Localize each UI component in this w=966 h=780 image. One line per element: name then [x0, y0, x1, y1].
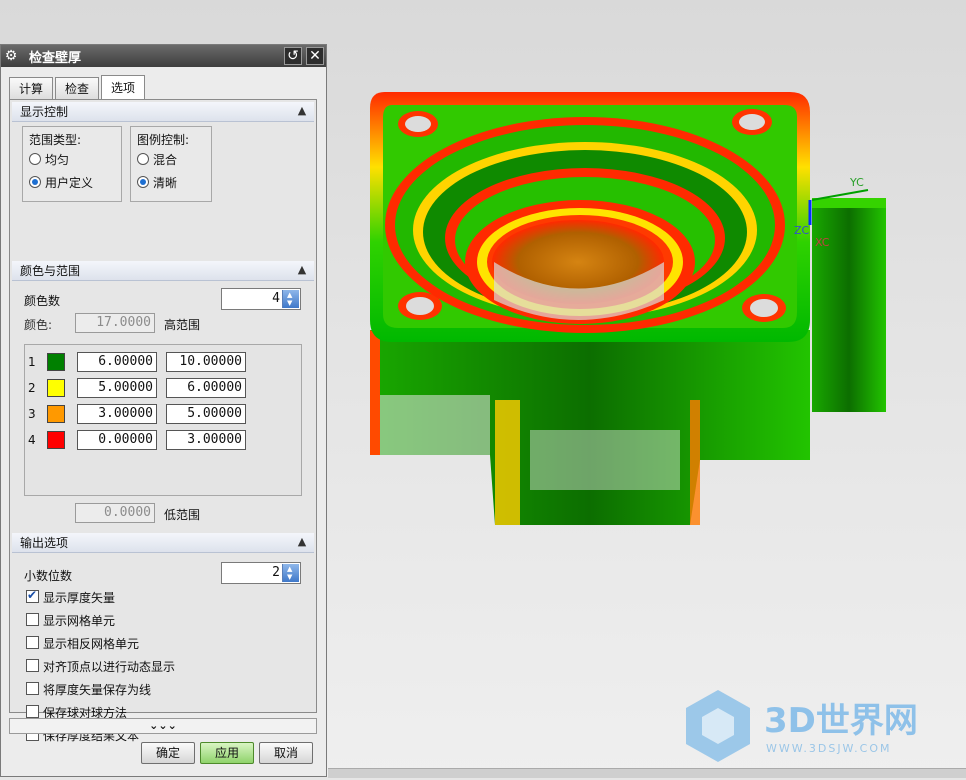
- more-options-toggle[interactable]: ⌄⌄⌄: [9, 718, 317, 734]
- color-count-value: 4: [272, 291, 280, 306]
- row-index: 4: [28, 433, 36, 447]
- watermark-title: 3D世界网: [764, 701, 918, 741]
- range-high-field[interactable]: 6.00000: [166, 378, 246, 398]
- legend-control-label: 图例控制:: [137, 133, 190, 147]
- range-high-field[interactable]: 5.00000: [166, 404, 246, 424]
- yc-label: YC: [849, 176, 864, 189]
- chevron-down-icon: ⌄⌄⌄: [149, 719, 177, 732]
- hole-br-inner: [750, 299, 778, 317]
- radio-user-defined[interactable]: [29, 176, 41, 188]
- range-high-field[interactable]: 3.00000: [166, 430, 246, 450]
- radio-sharp-label[interactable]: 清晰: [153, 174, 177, 191]
- row-index: 2: [28, 381, 36, 395]
- lower-cutout-1: [380, 395, 490, 455]
- color-swatch[interactable]: [47, 405, 65, 423]
- tab-calculate[interactable]: 计算: [9, 77, 54, 100]
- decimal-places-stepper[interactable]: 2 ▲ ▼: [221, 562, 301, 584]
- radio-uniform-label[interactable]: 均匀: [45, 151, 69, 168]
- radio-uniform[interactable]: [29, 153, 41, 165]
- show-mesh-cells-label[interactable]: 显示网格单元: [43, 612, 115, 629]
- lower-cutout-2: [530, 430, 680, 490]
- check-wall-thickness-dialog: ⚙ 检查壁厚 ↺ ✕ 计算 检查 选项 显示控制 ▲ 范围类型: 均匀 用户定义…: [0, 44, 327, 777]
- color-count-label: 颜色数: [24, 294, 61, 308]
- color-range-title: 颜色与范围: [20, 264, 81, 278]
- cancel-button[interactable]: 取消: [259, 742, 313, 764]
- options-panel: 显示控制 ▲ 范围类型: 均匀 用户定义 图例控制: 混合 清晰 颜色与范围 ▲…: [9, 99, 317, 743]
- save-sphere-method-checkbox[interactable]: [26, 705, 39, 718]
- range-low-field[interactable]: 6.00000: [77, 352, 157, 372]
- side-block-top: [812, 198, 886, 208]
- color-count-stepper[interactable]: 4 ▲ ▼: [221, 288, 301, 310]
- collapse-icon[interactable]: ▲: [293, 103, 311, 119]
- tab-check[interactable]: 检查: [55, 77, 100, 100]
- radio-blend[interactable]: [137, 153, 149, 165]
- color-swatch[interactable]: [47, 379, 65, 397]
- hole-bl-inner: [406, 297, 434, 315]
- save-vector-as-line-checkbox[interactable]: [26, 682, 39, 695]
- row-index: 3: [28, 407, 36, 421]
- output-options-header[interactable]: 输出选项 ▲: [12, 533, 314, 553]
- range-low-field[interactable]: 5.00000: [77, 378, 157, 398]
- radio-user-defined-label[interactable]: 用户定义: [45, 174, 93, 191]
- radio-sharp[interactable]: [137, 176, 149, 188]
- range-high-field[interactable]: 10.00000: [166, 352, 246, 372]
- apply-button[interactable]: 应用: [200, 742, 254, 764]
- watermark-url: WWW.3DSJW.COM: [766, 742, 892, 755]
- radio-blend-label[interactable]: 混合: [153, 151, 177, 168]
- decimal-places-label: 小数位数: [24, 569, 73, 583]
- save-vector-as-line-label[interactable]: 将厚度矢量保存为线: [43, 681, 151, 698]
- color-range-header[interactable]: 颜色与范围 ▲: [12, 261, 314, 281]
- high-range-label: 高范围: [164, 318, 201, 332]
- color-swatch[interactable]: [47, 431, 65, 449]
- decimal-places-value: 2: [272, 565, 280, 580]
- dialog-title: 检查壁厚: [29, 50, 82, 66]
- display-control-title: 显示控制: [20, 105, 69, 119]
- ok-button[interactable]: 确定: [141, 742, 195, 764]
- lower-edge-right: [690, 400, 700, 525]
- reset-icon[interactable]: ↺: [284, 47, 302, 65]
- show-thickness-vector-label[interactable]: 显示厚度矢量: [43, 589, 115, 606]
- color-range-table: 1 6.00000 10.00000 2 5.00000 6.00000 3 3…: [24, 344, 302, 496]
- color-swatch[interactable]: [47, 353, 65, 371]
- range-low-field[interactable]: 0.00000: [77, 430, 157, 450]
- lower-edge-left: [370, 330, 380, 455]
- show-reverse-mesh-cells-checkbox[interactable]: [26, 636, 39, 649]
- hole-tl-inner: [405, 116, 431, 132]
- legend-control-group: 图例控制: 混合 清晰: [130, 126, 212, 202]
- zc-label: ZC: [794, 224, 810, 237]
- display-control-header[interactable]: 显示控制 ▲: [12, 102, 314, 122]
- collapse-icon[interactable]: ▲: [293, 262, 311, 278]
- align-vertices-label[interactable]: 对齐顶点以进行动态显示: [43, 658, 175, 675]
- show-mesh-cells-checkbox[interactable]: [26, 613, 39, 626]
- tab-options[interactable]: 选项: [101, 75, 146, 100]
- show-thickness-vector-checkbox[interactable]: [26, 588, 39, 603]
- dialog-titlebar[interactable]: ⚙ 检查壁厚 ↺ ✕: [1, 45, 326, 67]
- tab-bar: 计算 检查 选项: [9, 75, 147, 100]
- spinner-arrows-icon[interactable]: ▲ ▼: [282, 290, 299, 308]
- range-type-label: 范围类型:: [29, 133, 82, 147]
- hole-tr-inner: [739, 114, 765, 130]
- low-range-label: 低范围: [164, 508, 201, 522]
- close-icon[interactable]: ✕: [306, 47, 324, 65]
- output-options-title: 输出选项: [20, 536, 69, 550]
- spinner-arrows-icon[interactable]: ▲ ▼: [282, 564, 299, 582]
- color-label: 颜色:: [24, 318, 53, 332]
- xc-label: XC: [815, 236, 830, 249]
- range-type-group: 范围类型: 均匀 用户定义: [22, 126, 122, 202]
- watermark: 3D世界网 WWW.3DSJW.COM: [682, 686, 952, 769]
- show-reverse-mesh-cells-label[interactable]: 显示相反网格单元: [43, 635, 139, 652]
- collapse-icon[interactable]: ▲: [293, 534, 311, 550]
- watermark-logo: 3D世界网 WWW.3DSJW.COM: [686, 690, 918, 762]
- gear-icon[interactable]: ⚙: [1, 48, 21, 64]
- lower-edge-mid: [495, 400, 520, 525]
- align-vertices-checkbox[interactable]: [26, 659, 39, 672]
- row-index: 1: [28, 355, 36, 369]
- color-high-field: 17.0000: [75, 313, 155, 333]
- side-block: [812, 198, 886, 412]
- low-range-field: 0.0000: [75, 503, 155, 523]
- range-low-field[interactable]: 3.00000: [77, 404, 157, 424]
